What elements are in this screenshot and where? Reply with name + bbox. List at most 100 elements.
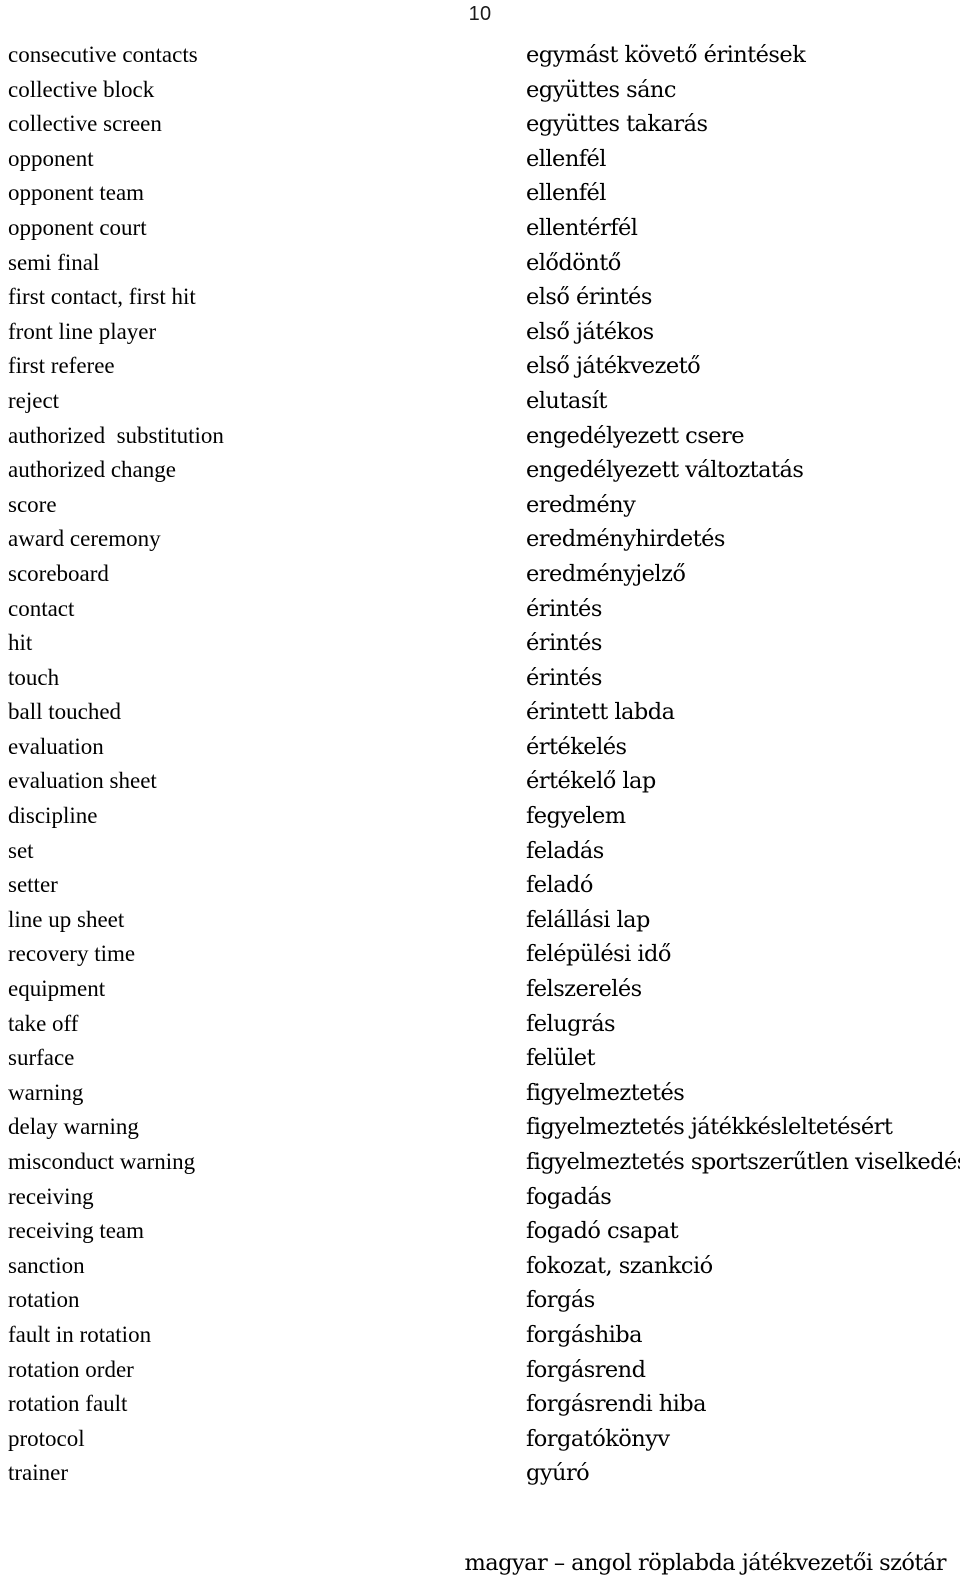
term-hungarian: értékelés [526,733,627,760]
term-hungarian: forgatókönyv [526,1425,670,1452]
term-english: first contact, first hit [8,284,196,310]
glossary-entry-list: consecutive contacts egymást követő érint… [0,38,960,1491]
term-hungarian: felugrás [526,1010,616,1037]
term-hungarian: figyelmeztetés [526,1079,685,1106]
term-hungarian: felépülési idő [526,941,671,968]
term-english: scoreboard [8,560,109,586]
term-hungarian: forgáshiba [526,1321,643,1348]
term-hungarian: forgás [526,1287,595,1314]
term-hungarian: értékelő lap [526,768,656,795]
term-english: score [8,491,57,517]
term-english: setter [8,872,58,898]
term-hungarian: feladás [526,837,604,864]
glossary-entry-row: surface felület [0,1041,960,1076]
term-english: hit [8,630,33,656]
glossary-entry-row: front line player első játékos [0,315,960,350]
term-hungarian: ellenfél [526,180,607,207]
glossary-entry-row: collective block együttes sánc [0,73,960,108]
glossary-entry-row: misconduct warning figyelmeztetés sportsz… [0,1145,960,1180]
term-english: fault in rotation [8,1321,152,1347]
glossary-entry-row: sanction fokozat, szankció [0,1249,960,1284]
term-english: ball touched [8,699,122,725]
document-page: 10 consecutive contacts egymást követő ér… [0,0,960,1591]
glossary-entry-row: receiving fogadás [0,1180,960,1215]
glossary-entry-row: trainer gyúró [0,1456,960,1491]
term-hungarian: fegyelem [526,803,626,830]
term-english: surface [8,1045,75,1071]
term-hungarian: eredményjelző [526,560,686,587]
term-hungarian: forgásrend [526,1356,646,1383]
term-hungarian: felszerelés [526,976,642,1003]
term-hungarian: fogadó csapat [526,1218,679,1245]
term-english: award ceremony [8,526,161,552]
glossary-entry-row: fault in rotation forgáshiba [0,1318,960,1353]
glossary-entry-row: warning figyelmeztetés [0,1076,960,1111]
glossary-entry-row: touch érintés [0,661,960,696]
glossary-entry-row: delay warning figyelmeztetés játékkéslelt… [0,1110,960,1145]
term-hungarian: felállási lap [526,906,650,933]
term-english: take off [8,1010,79,1036]
term-english: trainer [8,1460,69,1486]
term-english: discipline [8,803,98,829]
term-english: rotation fault [8,1391,128,1417]
glossary-entry-row: receiving team fogadó csapat [0,1214,960,1249]
page-number: 10 [468,3,492,25]
term-hungarian: elődöntő [526,249,621,276]
glossary-entry-row: authorized substitution engedélyezett cse… [0,419,960,454]
glossary-entry-row: consecutive contacts egymást követő érint… [0,38,960,73]
term-english: sanction [8,1252,85,1278]
term-english: opponent court [8,214,147,240]
glossary-entry-row: first referee első játékvezető [0,349,960,384]
term-hungarian: engedélyezett csere [526,422,745,449]
glossary-entry-row: line up sheet felállási lap [0,903,960,938]
glossary-entry-row: protocol forgatókönyv [0,1422,960,1457]
term-english: set [8,837,34,863]
term-hungarian: érintés [526,664,602,691]
glossary-entry-row: authorized change engedélyezett változtat… [0,453,960,488]
term-hungarian: felület [526,1045,596,1072]
glossary-entry-row: opponent team ellenfél [0,176,960,211]
term-hungarian: gyúró [526,1460,590,1487]
term-english: reject [8,387,60,413]
term-english: consecutive contacts [8,42,198,67]
term-english: first referee [8,353,115,379]
glossary-entry-row: recovery time felépülési idő [0,937,960,972]
glossary-entry-row: opponent ellenfél [0,142,960,177]
term-english: line up sheet [8,906,125,932]
term-english: evaluation [8,733,104,759]
glossary-entry-row: hit érintés [0,626,960,661]
term-english: rotation [8,1287,80,1313]
glossary-entry-row: first contact, first hit első érintés [0,280,960,315]
term-hungarian: fogadás [526,1183,612,1210]
term-english: opponent team [8,180,145,206]
term-english: protocol [8,1425,85,1451]
term-hungarian: érintés [526,595,602,622]
term-hungarian: érintés [526,630,602,657]
term-english: authorized change [8,457,176,483]
term-english: warning [8,1079,84,1105]
term-hungarian: figyelmeztetés játékkésleltetésért [526,1114,893,1141]
term-hungarian: elutasít [526,387,607,414]
glossary-entry-row: rotation order forgásrend [0,1353,960,1388]
term-hungarian: fokozat, szankció [526,1252,713,1279]
glossary-entry-row: award ceremony eredményhirdetés [0,522,960,557]
glossary-entry-row: evaluation sheet értékelő lap [0,764,960,799]
glossary-entry-row: setter feladó [0,868,960,903]
term-hungarian: együttes sánc [526,76,676,103]
term-english: delay warning [8,1114,139,1140]
term-hungarian: ellenfél [526,145,607,172]
term-hungarian: feladó [526,872,593,899]
glossary-entry-row: scoreboard eredményjelző [0,557,960,592]
term-english: recovery time [8,941,136,967]
glossary-entry-row: discipline fegyelem [0,799,960,834]
glossary-entry-row: score eredmény [0,488,960,523]
glossary-entry-row: set feladás [0,834,960,869]
term-hungarian: első játékos [526,318,654,345]
term-hungarian: engedélyezett változtatás [526,457,804,484]
glossary-entry-row: reject elutasít [0,384,960,419]
glossary-entry-row: evaluation értékelés [0,730,960,765]
term-hungarian: érintett labda [526,699,675,726]
term-english: receiving team [8,1218,145,1244]
glossary-entry-row: rotation fault forgásrendi hiba [0,1387,960,1422]
term-english: front line player [8,318,157,344]
